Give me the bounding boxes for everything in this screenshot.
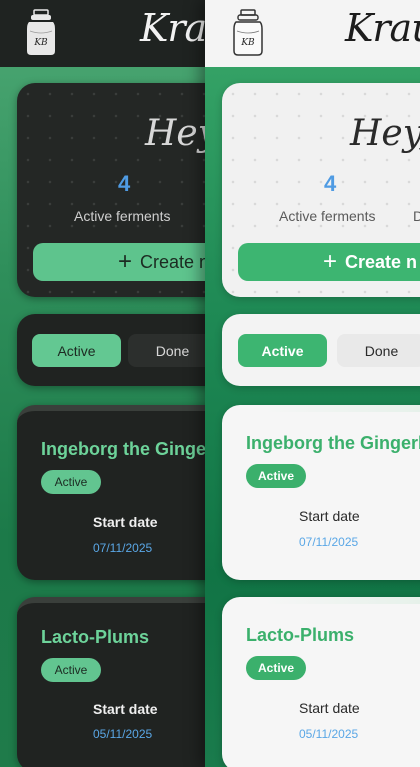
tab-active[interactable]: Active (238, 334, 327, 367)
app-bar: KB Krautk (0, 0, 205, 67)
ferment-name: Ingeborg the Gingerb (41, 439, 205, 459)
tab-active[interactable]: Active (32, 334, 121, 367)
create-button-label: Create n (140, 251, 205, 272)
summary-card: Hey, 4 Active ferments D + Create n (222, 83, 420, 297)
active-ferments-label: Active ferments (74, 208, 171, 224)
create-button[interactable]: + Create n (238, 243, 420, 281)
svg-text:KB: KB (240, 38, 255, 48)
create-button[interactable]: + Create n (33, 243, 205, 281)
app-bar: KB Krautk (205, 0, 420, 67)
status-badge: Active (246, 464, 306, 488)
light-theme-preview: KB Krautk Hey, 4 Active ferments D + Cre… (205, 0, 420, 767)
status-badge: Active (41, 470, 101, 494)
start-date-value: 07/11/2025 (299, 535, 359, 549)
ferment-name: Lacto-Plums (246, 625, 355, 645)
ferment-card[interactable]: Lacto-Plums Active Start date 05/11/2025 (17, 597, 205, 767)
status-badge: Active (41, 658, 101, 682)
active-ferments-label: Active ferments (279, 208, 376, 224)
ferment-card[interactable]: Lacto-Plums Active Start date 05/11/2025 (222, 597, 420, 767)
start-date-label: Start date (93, 701, 158, 717)
create-button-label: Create n (345, 251, 418, 272)
dark-theme-preview: KB Krautk Hey, 4 Active ferments + Creat… (0, 0, 205, 767)
ferment-name: Lacto-Plums (41, 627, 150, 647)
svg-text:KB: KB (33, 38, 48, 48)
start-date-value: 05/11/2025 (93, 727, 153, 741)
ferment-card[interactable]: Ingeborg the Gingerb Active Start date 0… (17, 405, 205, 580)
jar-logo-icon[interactable]: KB (231, 9, 265, 57)
brand-title: Krautk (140, 6, 205, 50)
plus-icon: + (118, 248, 133, 275)
status-filter: Active Done (17, 314, 205, 386)
tab-done[interactable]: Done (337, 334, 420, 367)
active-count: 4 (324, 171, 337, 196)
greeting: Hey, (145, 113, 205, 154)
tab-done[interactable]: Done (128, 334, 205, 367)
greeting: Hey, (350, 113, 420, 154)
plus-icon: + (323, 248, 338, 275)
start-date-label: Start date (93, 514, 158, 530)
summary-card: Hey, 4 Active ferments + Create n (17, 83, 205, 297)
active-count: 4 (118, 171, 131, 196)
ferment-card[interactable]: Ingeborg the Gingerb Active Start date 0… (222, 405, 420, 580)
status-badge: Active (246, 656, 306, 680)
start-date-label: Start date (299, 700, 360, 716)
start-date-value: 07/11/2025 (93, 541, 153, 555)
second-stat-label: D (413, 208, 420, 224)
brand-title: Krautk (345, 6, 420, 50)
start-date-value: 05/11/2025 (299, 727, 359, 741)
status-filter: Active Done (222, 314, 420, 386)
ferment-name: Ingeborg the Gingerb (246, 433, 420, 453)
start-date-label: Start date (299, 508, 360, 524)
jar-logo-icon[interactable]: KB (24, 9, 58, 57)
